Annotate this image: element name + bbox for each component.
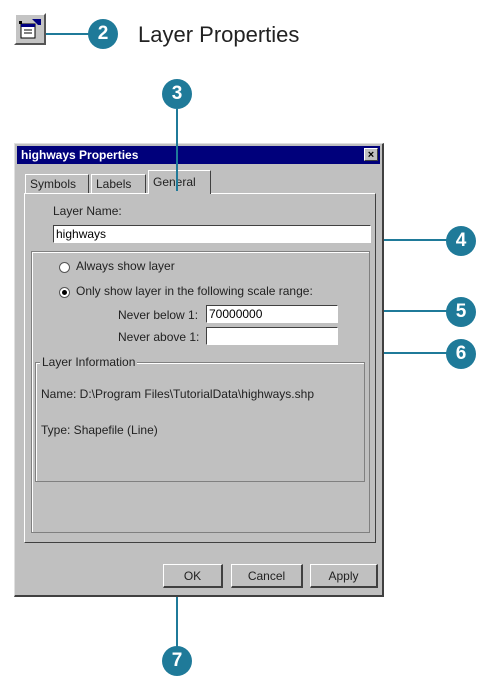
callout-3: 3 [162,79,192,109]
tab-label: Symbols [30,177,77,191]
apply-button[interactable]: Apply [310,564,378,588]
visibility-group: Always show layer Only show layer in the… [31,251,370,533]
cancel-button[interactable]: Cancel [231,564,303,588]
tab-labels[interactable]: Labels [91,174,146,194]
properties-dialog: highways Properties × Symbols Labels Gen… [14,143,384,597]
tab-label: General [153,175,196,189]
callout-line [384,310,450,312]
layer-info-type: Type: Shapefile (Line) [41,423,158,437]
layer-info-name: Name: D:\Program Files\TutorialData\high… [41,387,314,401]
always-show-radio[interactable] [59,262,70,273]
layer-properties-icon [19,19,41,39]
callout-5: 5 [446,297,476,327]
close-button[interactable]: × [364,148,378,161]
tab-general[interactable]: General [148,170,211,194]
ok-button[interactable]: OK [163,564,223,588]
callout-line [384,352,450,354]
callout-line [176,597,178,649]
callout-line [46,33,90,35]
dialog-titlebar[interactable]: highways Properties × [17,146,380,164]
layer-information-group: Layer Information Name: D:\Program Files… [35,355,365,482]
callout-line [176,109,178,191]
dialog-title: highways Properties [21,148,139,162]
scale-range-label: Only show layer in the following scale r… [76,284,313,298]
tab-label: Labels [96,177,132,191]
step-title: Layer Properties [138,22,300,47]
tab-symbols[interactable]: Symbols [25,174,89,194]
callout-2: 2 [88,19,118,49]
layer-information-title: Layer Information [40,355,138,369]
callout-6: 6 [446,339,476,369]
never-above-label: Never above 1: [118,330,200,344]
callout-4: 4 [446,226,476,256]
never-below-input[interactable]: 70000000 [206,305,338,323]
callout-7: 7 [162,646,192,676]
never-below-label: Never below 1: [118,308,199,322]
never-above-input[interactable] [206,327,338,345]
general-tab-panel: Layer Name: highways Always show layer O… [24,193,376,543]
close-icon: × [367,149,375,161]
layer-name-input[interactable]: highways [53,225,371,243]
scale-range-radio[interactable] [59,287,70,298]
always-show-label: Always show layer [76,259,175,273]
layer-name-label: Layer Name: [53,204,122,218]
layer-properties-tool-button[interactable] [14,13,46,45]
callout-line [384,239,450,241]
